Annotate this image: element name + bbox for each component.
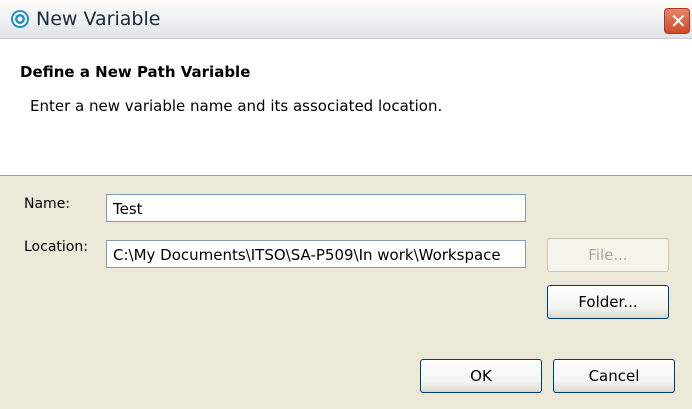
location-label: Location: (24, 239, 88, 255)
ok-button[interactable]: OK (420, 359, 542, 393)
close-icon: ✕ (670, 9, 687, 33)
eclipse-swirl-icon (11, 10, 29, 28)
dialog-header: Define a New Path Variable Enter a new v… (0, 39, 692, 176)
close-button[interactable]: ✕ (664, 8, 690, 34)
cancel-button[interactable]: Cancel (553, 359, 675, 393)
folder-button[interactable]: Folder... (547, 285, 669, 319)
name-label: Name: (24, 196, 71, 212)
title-bar[interactable]: New Variable ✕ (0, 0, 692, 39)
file-button[interactable]: File... (547, 238, 669, 272)
name-input[interactable]: Test (106, 194, 526, 222)
header-title: Define a New Path Variable (20, 63, 251, 81)
new-variable-dialog: New Variable ✕ Define a New Path Variabl… (0, 0, 692, 409)
location-input[interactable]: C:\My Documents\ITSO\SA-P509\In work\Wor… (106, 240, 526, 268)
window-title: New Variable (36, 8, 161, 30)
header-message: Enter a new variable name and its associ… (30, 97, 443, 115)
